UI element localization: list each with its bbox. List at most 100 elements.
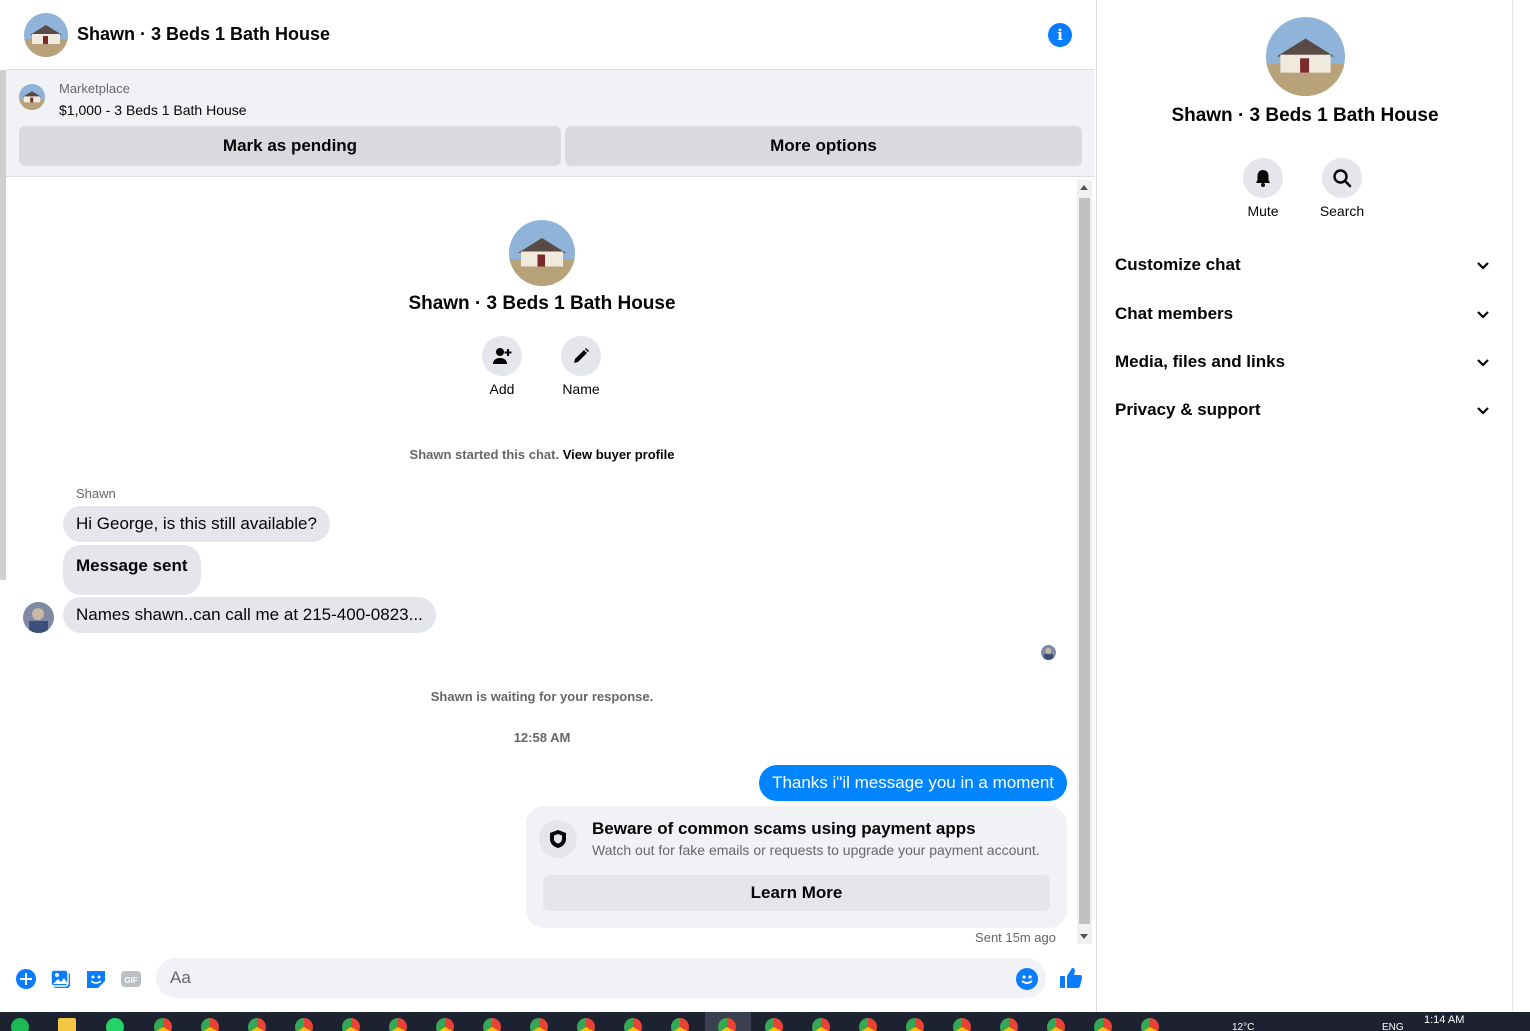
sent-status: Sent 15m ago — [975, 930, 1056, 945]
customize-chat-label: Customize chat — [1115, 255, 1241, 274]
listing-thumbnail[interactable] — [19, 84, 45, 110]
marketplace-label: Marketplace — [59, 81, 130, 96]
chevron-down-icon — [1477, 407, 1489, 415]
chrome-icon[interactable] — [953, 1018, 971, 1031]
search-button[interactable] — [1322, 158, 1362, 198]
chevron-down-icon — [1477, 262, 1489, 270]
details-title: Shawn · 3 Beds 1 Bath House — [1171, 105, 1439, 126]
chevron-down-icon — [1477, 311, 1489, 319]
chrome-icon[interactable] — [906, 1018, 924, 1031]
privacy-support-label: Privacy & support — [1115, 400, 1261, 419]
chat-members-label: Chat members — [1115, 304, 1234, 323]
spotify-icon[interactable] — [11, 1018, 29, 1031]
chrome-icon[interactable] — [389, 1018, 407, 1031]
conversation-details-panel: Shawn · 3 Beds 1 Bath House Mute Search … — [1096, 0, 1512, 1012]
chrome-icon[interactable] — [1047, 1018, 1065, 1031]
chrome-icon[interactable] — [342, 1018, 360, 1031]
sender-avatar[interactable] — [23, 602, 54, 633]
message-composer: GIF — [6, 948, 1095, 1010]
gif-icon[interactable]: GIF — [120, 968, 142, 990]
add-label: Add — [489, 381, 515, 397]
message-timestamp: 12:58 AM — [513, 730, 571, 745]
chrome-icon[interactable] — [765, 1018, 783, 1031]
scroll-up-arrow[interactable] — [1080, 185, 1088, 190]
language-indicator[interactable]: ENG — [1382, 1022, 1404, 1031]
chevron-down-icon — [1477, 359, 1489, 367]
view-buyer-profile-link[interactable]: View buyer profile — [563, 447, 675, 462]
thread-title: Shawn · 3 Beds 1 Bath House — [408, 293, 676, 314]
folder-icon[interactable] — [58, 1018, 76, 1031]
edit-name-button[interactable] — [561, 336, 601, 376]
seen-indicator-avatar — [1041, 645, 1056, 660]
chrome-icon[interactable] — [624, 1018, 642, 1031]
chrome-icon[interactable] — [248, 1018, 266, 1031]
chrome-icon[interactable] — [718, 1018, 736, 1031]
mark-pending-button[interactable]: Mark as pending — [19, 126, 561, 166]
add-person-icon — [493, 348, 512, 364]
clock[interactable]: 1:14 AM — [1424, 1014, 1464, 1026]
scroll-down-arrow[interactable] — [1080, 934, 1088, 939]
chrome-icon[interactable] — [436, 1018, 454, 1031]
message-bubble-incoming[interactable]: Hi George, is this still available? — [63, 506, 330, 542]
emoji-icon[interactable] — [1016, 968, 1038, 990]
scroll-thumb[interactable] — [1079, 198, 1090, 924]
chrome-icon[interactable] — [1000, 1018, 1018, 1031]
details-avatar — [1266, 17, 1345, 96]
chat-title: Shawn · 3 Beds 1 Bath House — [77, 24, 331, 44]
chrome-icon[interactable] — [295, 1018, 313, 1031]
chrome-icon[interactable] — [812, 1018, 830, 1031]
chrome-icon[interactable] — [671, 1018, 689, 1031]
whatsapp-icon[interactable] — [106, 1018, 124, 1031]
mute-button[interactable] — [1243, 158, 1283, 198]
pencil-icon — [574, 348, 589, 363]
name-label: Name — [562, 381, 600, 397]
media-files-links-label: Media, files and links — [1115, 352, 1286, 371]
chrome-icon[interactable] — [154, 1018, 172, 1031]
window-edge — [1512, 0, 1530, 1012]
search-label: Search — [1319, 203, 1365, 219]
chrome-icon[interactable] — [859, 1018, 877, 1031]
messenger-window: Shawn · 3 Beds 1 Bath House i Marketplac… — [0, 0, 1530, 1012]
info-icon[interactable]: i — [1048, 23, 1072, 47]
chrome-icon[interactable] — [1094, 1018, 1112, 1031]
chat-started-note: Shawn started this chat. View buyer prof… — [6, 447, 1078, 462]
sender-name: Shawn — [76, 486, 116, 501]
svg-text:GIF: GIF — [124, 976, 137, 985]
thumbs-up-icon[interactable] — [1058, 965, 1084, 991]
add-person-button[interactable] — [482, 336, 522, 376]
windows-taskbar: 12°C ENG 1:14 AM — [0, 1012, 1530, 1031]
chrome-icon[interactable] — [483, 1018, 501, 1031]
thread-avatar — [509, 220, 575, 286]
message-bubble-outgoing[interactable]: Thanks i"il message you in a moment — [759, 765, 1067, 801]
message-thread[interactable]: Shawn · 3 Beds 1 Bath House Add Name Sha… — [6, 178, 1078, 948]
bell-icon — [1256, 170, 1270, 187]
media-files-links-row[interactable]: Media, files and links — [1105, 340, 1505, 384]
marketplace-bar: Marketplace $1,000 - 3 Beds 1 Bath House… — [6, 70, 1095, 177]
customize-chat-row[interactable]: Customize chat — [1105, 243, 1505, 287]
message-bubble-incoming[interactable]: Message sent — [63, 545, 201, 595]
plus-icon[interactable] — [15, 968, 37, 990]
mute-label: Mute — [1247, 203, 1279, 219]
thread-scrollbar[interactable] — [1077, 180, 1092, 944]
chrome-icon[interactable] — [530, 1018, 548, 1031]
listing-title[interactable]: $1,000 - 3 Beds 1 Bath House — [59, 102, 247, 118]
chrome-icon[interactable] — [1141, 1018, 1159, 1031]
chat-header: Shawn · 3 Beds 1 Bath House i — [6, 0, 1095, 70]
scam-warning-card: Beware of common scams using payment app… — [526, 806, 1067, 928]
more-options-button[interactable]: More options — [565, 126, 1082, 166]
photo-icon[interactable] — [50, 968, 72, 990]
learn-more-button[interactable]: Learn More — [543, 875, 1050, 911]
chat-members-row[interactable]: Chat members — [1105, 292, 1505, 336]
waiting-note: Shawn is waiting for your response. — [430, 689, 654, 704]
scam-warning-title: Beware of common scams using payment app… — [592, 819, 976, 838]
privacy-support-row[interactable]: Privacy & support — [1105, 388, 1505, 432]
message-bubble-incoming[interactable]: Names shawn..can call me at 215-400-0823… — [63, 597, 436, 633]
chat-avatar[interactable] — [24, 13, 68, 57]
sticker-icon[interactable] — [85, 968, 107, 990]
chrome-icon[interactable] — [201, 1018, 219, 1031]
shield-icon — [539, 820, 577, 858]
chat-started-text: Shawn started this chat. — [409, 447, 560, 462]
chrome-icon[interactable] — [577, 1018, 595, 1031]
weather-temp[interactable]: 12°C — [1232, 1022, 1254, 1031]
message-input[interactable] — [156, 958, 1046, 998]
